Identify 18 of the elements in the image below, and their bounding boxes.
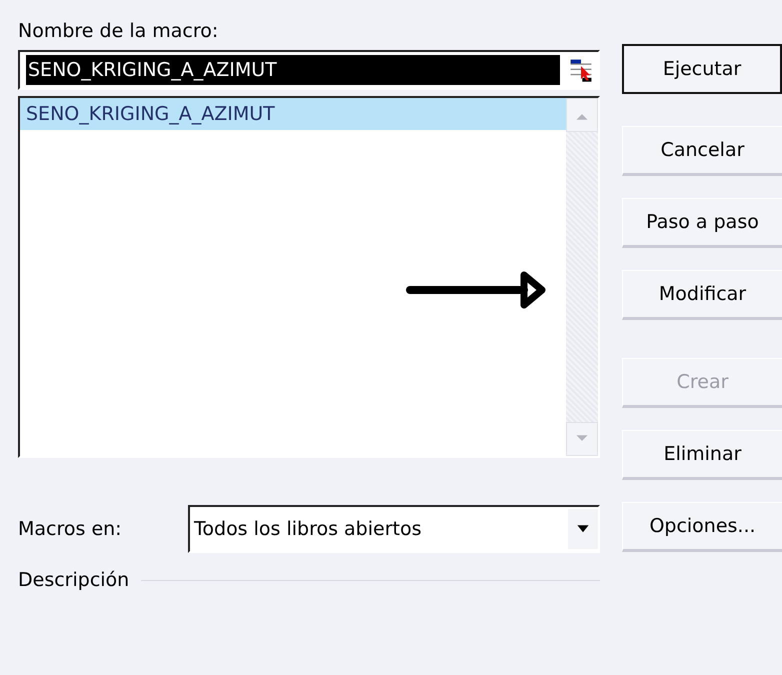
collapse-dialog-icon[interactable] xyxy=(568,57,594,83)
dialog-button[interactable]: Paso a paso xyxy=(622,198,782,248)
field-label: Macros en: xyxy=(18,518,123,540)
list-item[interactable]: SENO_KRIGING_A_AZIMUT xyxy=(20,98,566,130)
down-arrow-icon xyxy=(575,434,589,444)
section-label: Descripción xyxy=(18,569,130,591)
scroll-up-button[interactable] xyxy=(566,98,598,132)
scroll-down-button[interactable] xyxy=(566,422,598,456)
dropdown-arrow-icon[interactable] xyxy=(576,524,590,534)
dialog-button[interactable]: Eliminar xyxy=(622,430,782,480)
field-label: Nombre de la macro: xyxy=(18,19,218,44)
dialog-button[interactable]: Opciones... xyxy=(622,502,782,552)
macro-name-field[interactable]: SENO_KRIGING_A_AZIMUT xyxy=(18,50,600,90)
scrollbar[interactable] xyxy=(566,98,598,456)
dialog-button[interactable]: Modificar xyxy=(622,270,782,320)
dialog-button[interactable]: Ejecutar xyxy=(622,44,782,94)
dialog-button[interactable]: Cancelar xyxy=(622,126,782,176)
macros-in-dropdown[interactable]: Todos los libros abiertos xyxy=(188,505,600,553)
